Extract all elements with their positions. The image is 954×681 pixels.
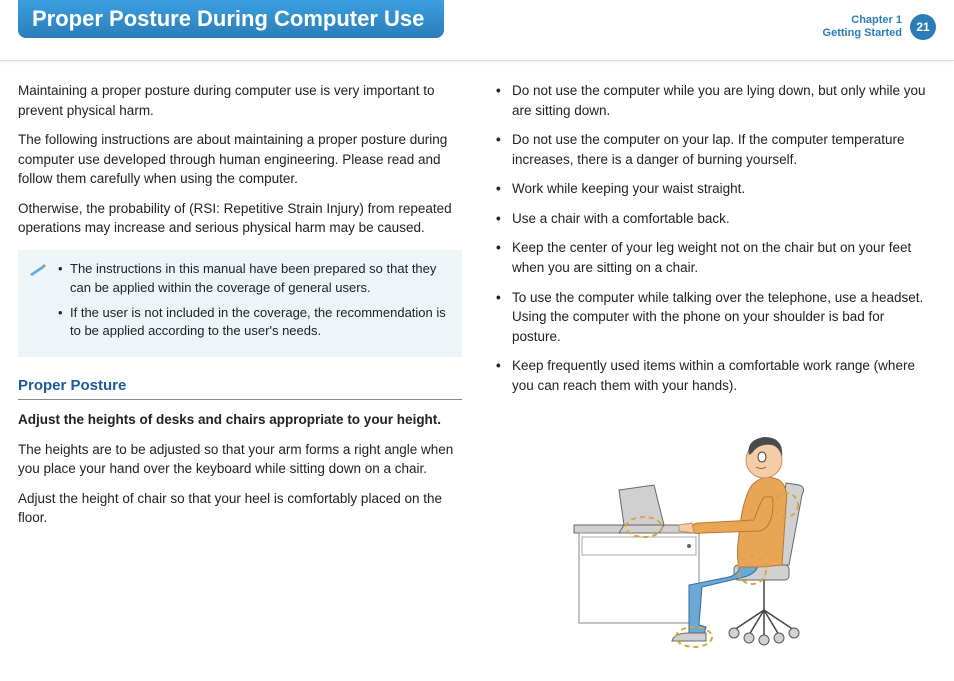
page-title: Proper Posture During Computer Use: [18, 0, 444, 38]
page-number-badge: 21: [910, 14, 936, 40]
intro-paragraph-3: Otherwise, the probability of (RSI: Repe…: [18, 199, 462, 238]
section-heading: Proper Posture: [18, 375, 462, 400]
note-icon: [28, 260, 46, 284]
content-area: Maintaining a proper posture during comp…: [0, 61, 954, 681]
header-meta: Chapter 1 Getting Started 21: [823, 14, 936, 40]
chapter-number: Chapter 1: [823, 14, 902, 27]
right-column: Do not use the computer while you are ly…: [492, 81, 936, 661]
list-item: Use a chair with a comfortable back.: [492, 209, 936, 229]
list-item: Work while keeping your waist straight.: [492, 179, 936, 199]
chapter-name: Getting Started: [823, 27, 902, 40]
left-column: Maintaining a proper posture during comp…: [18, 81, 462, 661]
intro-paragraph-2: The following instructions are about mai…: [18, 130, 462, 189]
chapter-info: Chapter 1 Getting Started: [823, 14, 902, 40]
posture-illustration: [492, 405, 936, 661]
list-item: Keep frequently used items within a comf…: [492, 356, 936, 395]
list-item: Keep the center of your leg weight not o…: [492, 238, 936, 277]
note-box: The instructions in this manual have bee…: [18, 250, 462, 357]
list-item: To use the computer while talking over t…: [492, 288, 936, 347]
note-item: The instructions in this manual have bee…: [58, 260, 448, 298]
body-paragraph: The heights are to be adjusted so that y…: [18, 440, 462, 479]
page-header: Proper Posture During Computer Use Chapt…: [0, 0, 954, 61]
intro-paragraph-1: Maintaining a proper posture during comp…: [18, 81, 462, 120]
body-paragraph: Adjust the height of chair so that your …: [18, 489, 462, 528]
note-item: If the user is not included in the cover…: [58, 304, 448, 342]
list-item: Do not use the computer on your lap. If …: [492, 130, 936, 169]
list-item: Do not use the computer while you are ly…: [492, 81, 936, 120]
posture-bullet-list: Do not use the computer while you are ly…: [492, 81, 936, 395]
subsection-heading: Adjust the heights of desks and chairs a…: [18, 410, 462, 430]
